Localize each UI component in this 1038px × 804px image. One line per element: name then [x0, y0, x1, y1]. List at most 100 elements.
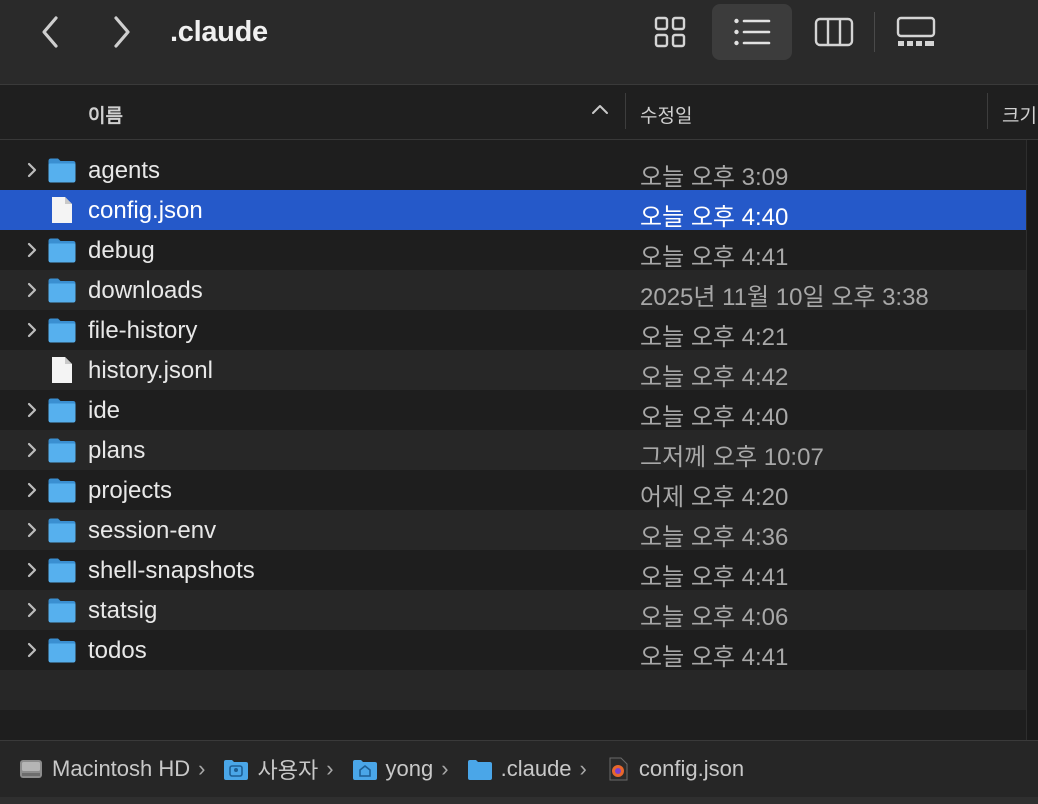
path-crumb-label: 사용자 [257, 758, 319, 783]
file-modified-date: 오늘 오후 4:06 [640, 604, 789, 631]
file-row[interactable]: plans 그저께 오후 10:07 [0, 430, 1026, 471]
file-row[interactable]: downloads 2025년 11월 10일 오후 3:38 [0, 270, 1026, 311]
window-title: .claude [170, 16, 268, 48]
file-row[interactable]: shell-snapshots 오늘 오후 4:41 [0, 550, 1026, 591]
disclosure-triangle-icon[interactable] [24, 321, 40, 339]
path-separator-icon: › [579, 756, 587, 781]
file-modified-date: 오늘 오후 4:41 [640, 644, 789, 671]
file-name: statsig [88, 597, 158, 624]
icon-view-button[interactable] [630, 4, 710, 60]
disclosure-triangle-icon[interactable] [24, 401, 40, 419]
gallery-icon [896, 16, 936, 46]
file-row[interactable]: session-env 오늘 오후 4:36 [0, 510, 1026, 551]
file-name: todos [88, 637, 147, 664]
grid-icon [654, 16, 686, 48]
path-crumb[interactable]: 사용자 › [223, 753, 334, 785]
vertical-scrollbar[interactable] [1026, 140, 1038, 740]
disclosure-triangle-icon[interactable] [24, 481, 40, 499]
path-crumb-label: Macintosh HD [52, 756, 191, 781]
file-row[interactable]: agents 오늘 오후 3:09 [0, 150, 1026, 191]
path-separator-icon: › [441, 756, 449, 781]
path-crumb[interactable]: yong › [352, 756, 449, 782]
disclosure-triangle-icon[interactable] [24, 601, 40, 619]
file-row[interactable]: config.json 오늘 오후 4:40 [0, 190, 1026, 231]
list-icon [734, 18, 771, 46]
disclosure-triangle-icon[interactable] [24, 441, 40, 459]
file-name: shell-snapshots [88, 557, 255, 584]
file-name: agents [88, 157, 161, 184]
file-name: config.json [88, 197, 203, 224]
path-bar: Macintosh HD › 사용자 › yong › .claude › config.jso… [0, 740, 1038, 797]
disclosure-triangle-icon[interactable] [24, 561, 40, 579]
folder-icon [47, 276, 77, 304]
file-name: debug [88, 237, 155, 264]
path-crumb-label: .claude [500, 756, 572, 781]
file-name: session-env [88, 517, 217, 544]
disclosure-triangle-icon[interactable] [24, 241, 40, 259]
file-modified-date: 오늘 오후 4:41 [640, 564, 789, 591]
back-button[interactable] [30, 13, 70, 53]
path-crumb-label: yong [385, 756, 434, 781]
file-row[interactable]: history.jsonl 오늘 오후 4:42 [0, 350, 1026, 391]
hard-drive-icon [18, 757, 44, 781]
file-name: ide [88, 397, 121, 424]
chevron-left-icon [42, 16, 58, 48]
folder-icon [47, 236, 77, 264]
path-separator-icon: › [326, 756, 334, 781]
column-view-button[interactable] [794, 4, 874, 60]
column-divider[interactable] [625, 93, 626, 129]
window-bottom-edge [0, 797, 1038, 804]
file-row[interactable]: ide 오늘 오후 4:40 [0, 390, 1026, 431]
path-crumb-label: config.json [638, 756, 745, 781]
file-modified-date: 2025년 11월 10일 오후 3:38 [640, 284, 929, 311]
folder-icon [467, 757, 493, 781]
gallery-view-button[interactable] [876, 4, 956, 60]
file-modified-date: 오늘 오후 4:40 [640, 204, 789, 231]
file-name: projects [88, 477, 173, 504]
path-crumb[interactable]: Macintosh HD › [18, 756, 205, 782]
path-crumb[interactable]: .claude › [467, 756, 587, 782]
chevron-right-icon [114, 16, 130, 48]
file-row[interactable]: todos 오늘 오후 4:41 [0, 630, 1026, 671]
folder-icon [47, 516, 77, 544]
folder-icon [47, 316, 77, 344]
file-list: agents 오늘 오후 3:09 config.json 오늘 오후 4:40 deb… [0, 150, 1026, 671]
column-name-header[interactable]: 이름 [88, 101, 123, 128]
file-modified-date: 그저께 오후 10:07 [640, 444, 824, 471]
file-modified-date: 오늘 오후 4:36 [640, 524, 789, 551]
file-name: downloads [88, 277, 203, 304]
column-divider[interactable] [987, 93, 988, 129]
home-folder-icon [352, 757, 378, 781]
file-modified-date: 오늘 오후 4:41 [640, 244, 789, 271]
disclosure-triangle-icon[interactable] [24, 161, 40, 179]
document-icon [47, 196, 77, 224]
list-view-button[interactable] [712, 4, 792, 60]
file-row[interactable]: debug 오늘 오후 4:41 [0, 230, 1026, 271]
file-name: history.jsonl [88, 357, 213, 384]
toolbar: .claude [0, 0, 1038, 85]
document-icon [47, 356, 77, 384]
file-row[interactable]: file-history 오늘 오후 4:21 [0, 310, 1026, 351]
empty-row [0, 710, 1026, 740]
column-header: 이름 수정일 크기 [0, 85, 1038, 140]
column-size-header[interactable]: 크기 [1002, 101, 1037, 128]
path-crumb[interactable]: config.json [605, 756, 744, 782]
file-row[interactable]: projects 어제 오후 4:20 [0, 470, 1026, 511]
folder-icon [47, 436, 77, 464]
disclosure-triangle-icon[interactable] [24, 521, 40, 539]
column-date-header[interactable]: 수정일 [640, 101, 692, 128]
file-row[interactable]: statsig 오늘 오후 4:06 [0, 590, 1026, 631]
empty-row [0, 670, 1026, 710]
sort-ascending-icon[interactable] [590, 102, 610, 116]
file-modified-date: 오늘 오후 4:40 [640, 404, 789, 431]
file-modified-date: 오늘 오후 3:09 [640, 164, 789, 191]
file-name: file-history [88, 317, 198, 344]
disclosure-triangle-icon[interactable] [24, 641, 40, 659]
folder-icon [47, 596, 77, 624]
folder-icon [47, 476, 77, 504]
folder-icon [47, 156, 77, 184]
folder-icon [47, 556, 77, 584]
disclosure-triangle-icon[interactable] [24, 281, 40, 299]
forward-button[interactable] [102, 13, 142, 53]
toolbar-divider [874, 12, 875, 52]
